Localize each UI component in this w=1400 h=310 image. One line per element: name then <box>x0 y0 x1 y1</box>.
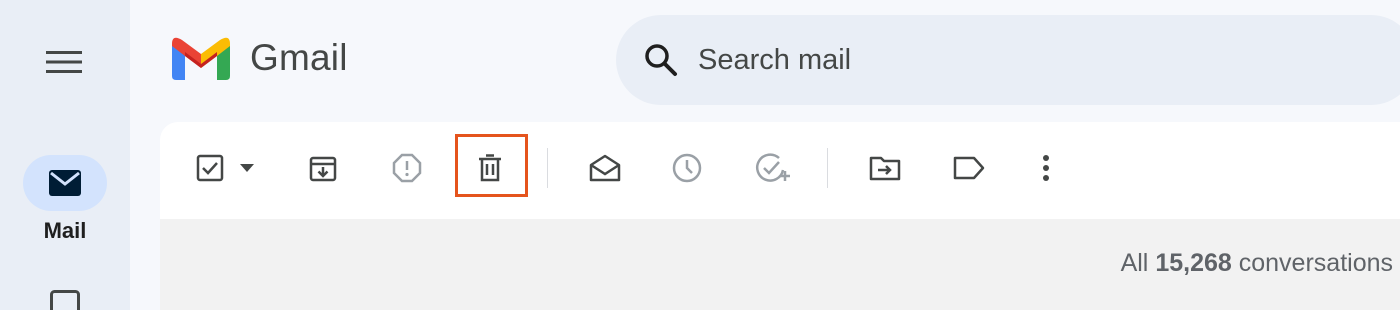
search-input[interactable] <box>698 39 1298 81</box>
move-to-button[interactable] <box>867 148 903 188</box>
report-spam-button[interactable] <box>389 148 425 188</box>
count-suffix: conversations <box>1238 249 1393 277</box>
chat-icon[interactable] <box>50 290 80 310</box>
envelope-open-icon <box>589 154 621 182</box>
toolbar-divider <box>547 148 548 188</box>
mail-icon <box>49 170 81 196</box>
caret-down-icon <box>240 164 254 172</box>
report-icon <box>392 153 422 183</box>
delete-highlight-box <box>455 134 528 197</box>
search-icon[interactable] <box>642 41 680 79</box>
mail-panel: All 15,268 conversations <box>160 122 1400 310</box>
label-icon <box>953 156 985 180</box>
main-menu-button[interactable] <box>40 40 88 84</box>
gmail-logo[interactable]: Gmail <box>172 36 348 80</box>
clock-icon <box>672 153 702 183</box>
nav-mail-label: Mail <box>43 218 87 243</box>
count-prefix: All <box>1120 249 1149 277</box>
add-task-button[interactable] <box>753 148 793 188</box>
select-checkbox[interactable] <box>192 148 228 188</box>
add-task-icon <box>755 153 790 182</box>
archive-button[interactable] <box>305 148 341 188</box>
checkbox-icon <box>196 154 224 182</box>
hamburger-icon <box>46 51 82 73</box>
more-vert-icon <box>1043 155 1049 181</box>
conversation-summary-bar: All 15,268 conversations <box>160 219 1400 310</box>
nav-rail: Mail <box>0 0 130 310</box>
search-bar[interactable] <box>616 15 1400 105</box>
gmail-wordmark: Gmail <box>250 37 348 78</box>
mark-read-button[interactable] <box>587 148 623 188</box>
archive-icon <box>309 156 337 182</box>
folder-move-icon <box>869 156 901 181</box>
nav-mail-button[interactable] <box>23 155 107 211</box>
toolbar-divider <box>827 148 828 188</box>
count-value: 15,268 <box>1155 249 1232 277</box>
conversation-count: All 15,268 conversations <box>1121 249 1393 278</box>
snooze-button[interactable] <box>669 148 705 188</box>
more-button[interactable] <box>1034 148 1058 188</box>
gmail-m-icon <box>172 37 230 80</box>
select-dropdown[interactable] <box>236 148 258 188</box>
labels-button[interactable] <box>951 148 987 188</box>
